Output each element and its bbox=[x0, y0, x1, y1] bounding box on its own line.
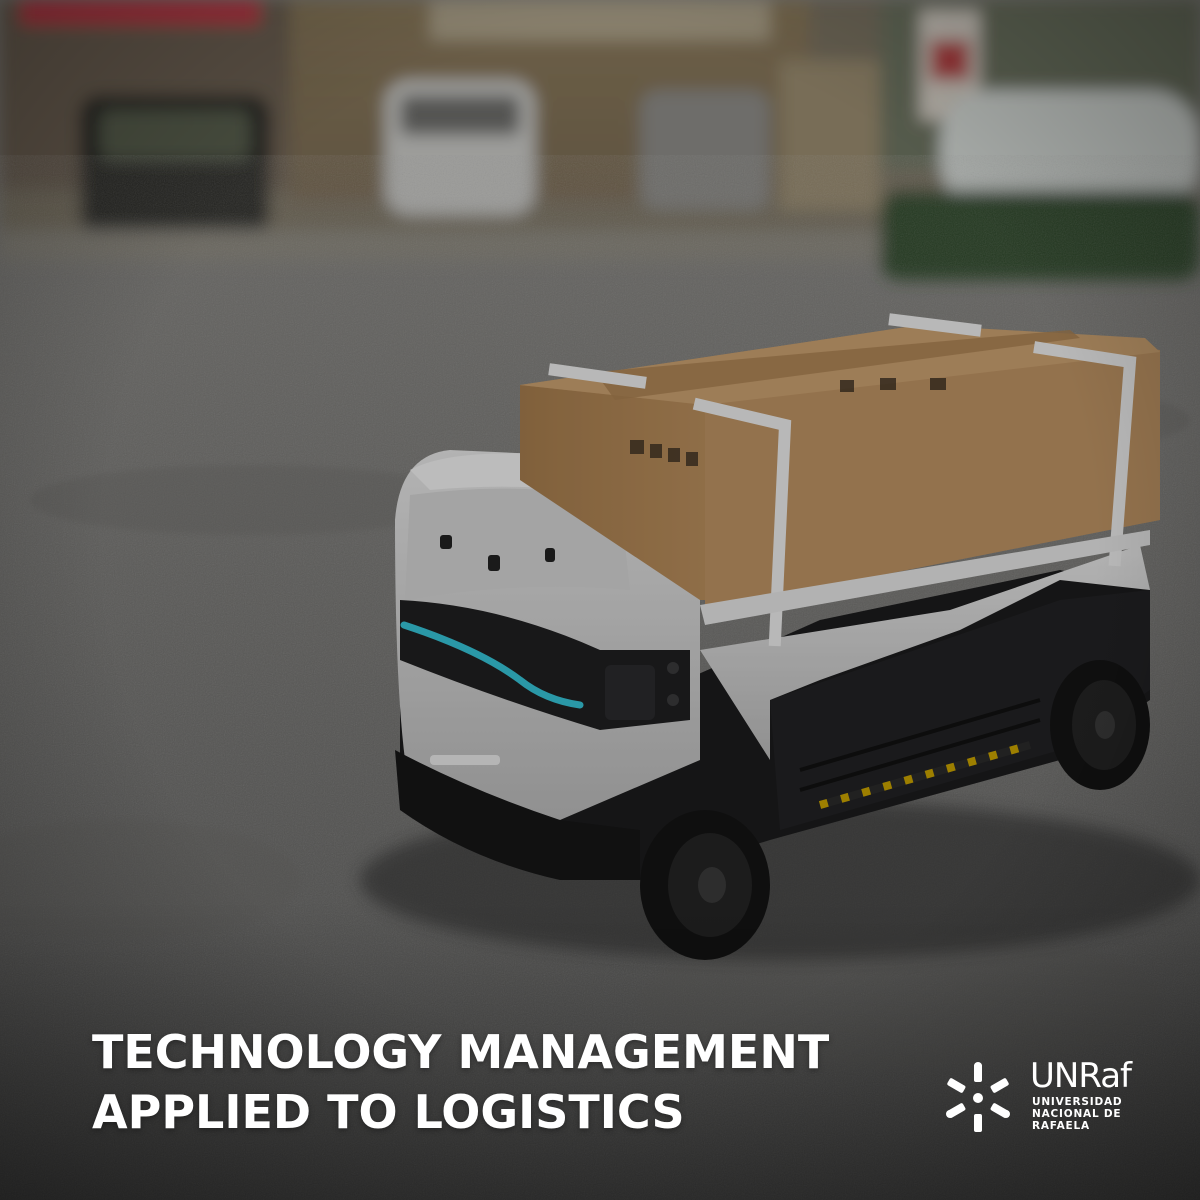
background-photo bbox=[0, 0, 1200, 1200]
headline-line-2: APPLIED TO LOGISTICS bbox=[92, 1085, 685, 1139]
headline-line-1: TECHNOLOGY MANAGEMENT bbox=[92, 1025, 830, 1079]
logo-sub-line-2: NACIONAL DE bbox=[1032, 1108, 1122, 1120]
logo-subtitle: UNIVERSIDAD NACIONAL DE RAFAELA bbox=[1032, 1096, 1172, 1132]
unraf-logo: UNRaf UNIVERSIDAD NACIONAL DE RAFAELA bbox=[938, 1050, 1168, 1140]
logo-sub-line-1: UNIVERSIDAD bbox=[1032, 1096, 1123, 1108]
headline: TECHNOLOGY MANAGEMENT APPLIED TO LOGISTI… bbox=[92, 1022, 829, 1142]
logo-name: UNRaf bbox=[1030, 1056, 1132, 1096]
asterisk-logo-icon bbox=[946, 1062, 1010, 1132]
logo-sub-line-3: RAFAELA bbox=[1032, 1120, 1090, 1132]
